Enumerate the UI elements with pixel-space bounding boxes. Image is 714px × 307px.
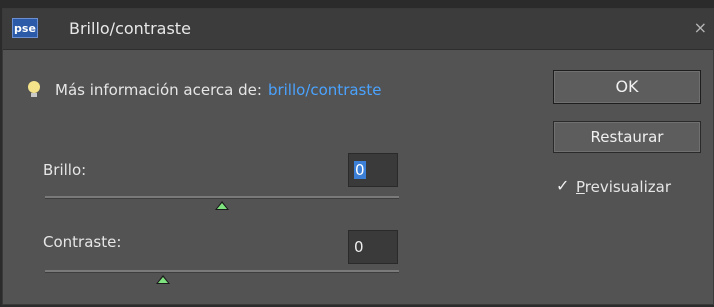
brightness-slider-track[interactable]: [45, 196, 399, 199]
checkmark-icon: ✓: [556, 176, 570, 195]
contrast-slider-track[interactable]: [45, 270, 399, 273]
contrast-slider-thumb[interactable]: [156, 275, 170, 284]
help-topic-link[interactable]: brillo/contraste: [268, 81, 382, 99]
close-icon[interactable]: ×: [694, 19, 707, 37]
preview-checkbox[interactable]: ✓: [554, 176, 570, 195]
window-title: Brillo/contraste: [69, 19, 191, 38]
help-info-label: Más información acerca de:: [55, 81, 262, 99]
reset-button[interactable]: Restaurar: [553, 121, 701, 153]
contrast-label: Contraste:: [43, 233, 122, 251]
brightness-value: 0: [354, 161, 366, 179]
brightness-input[interactable]: 0: [348, 153, 398, 187]
contrast-value: 0: [354, 238, 364, 256]
title-bar[interactable]: pse Brillo/contraste ×: [3, 9, 713, 50]
brightness-label: Brillo:: [43, 161, 87, 179]
help-info-row: Más información acerca de: brillo/contra…: [27, 79, 381, 101]
contrast-input[interactable]: 0: [348, 230, 398, 264]
app-logo-icon: pse: [12, 18, 38, 38]
ok-button[interactable]: OK: [553, 70, 701, 104]
lightbulb-icon: [27, 79, 41, 101]
preview-checkbox-row[interactable]: ✓ Previsualizar: [554, 177, 671, 197]
preview-label: Previsualizar: [576, 178, 671, 196]
brightness-contrast-dialog: pse Brillo/contraste × Más información a…: [2, 8, 714, 305]
brightness-slider-thumb[interactable]: [215, 201, 229, 210]
